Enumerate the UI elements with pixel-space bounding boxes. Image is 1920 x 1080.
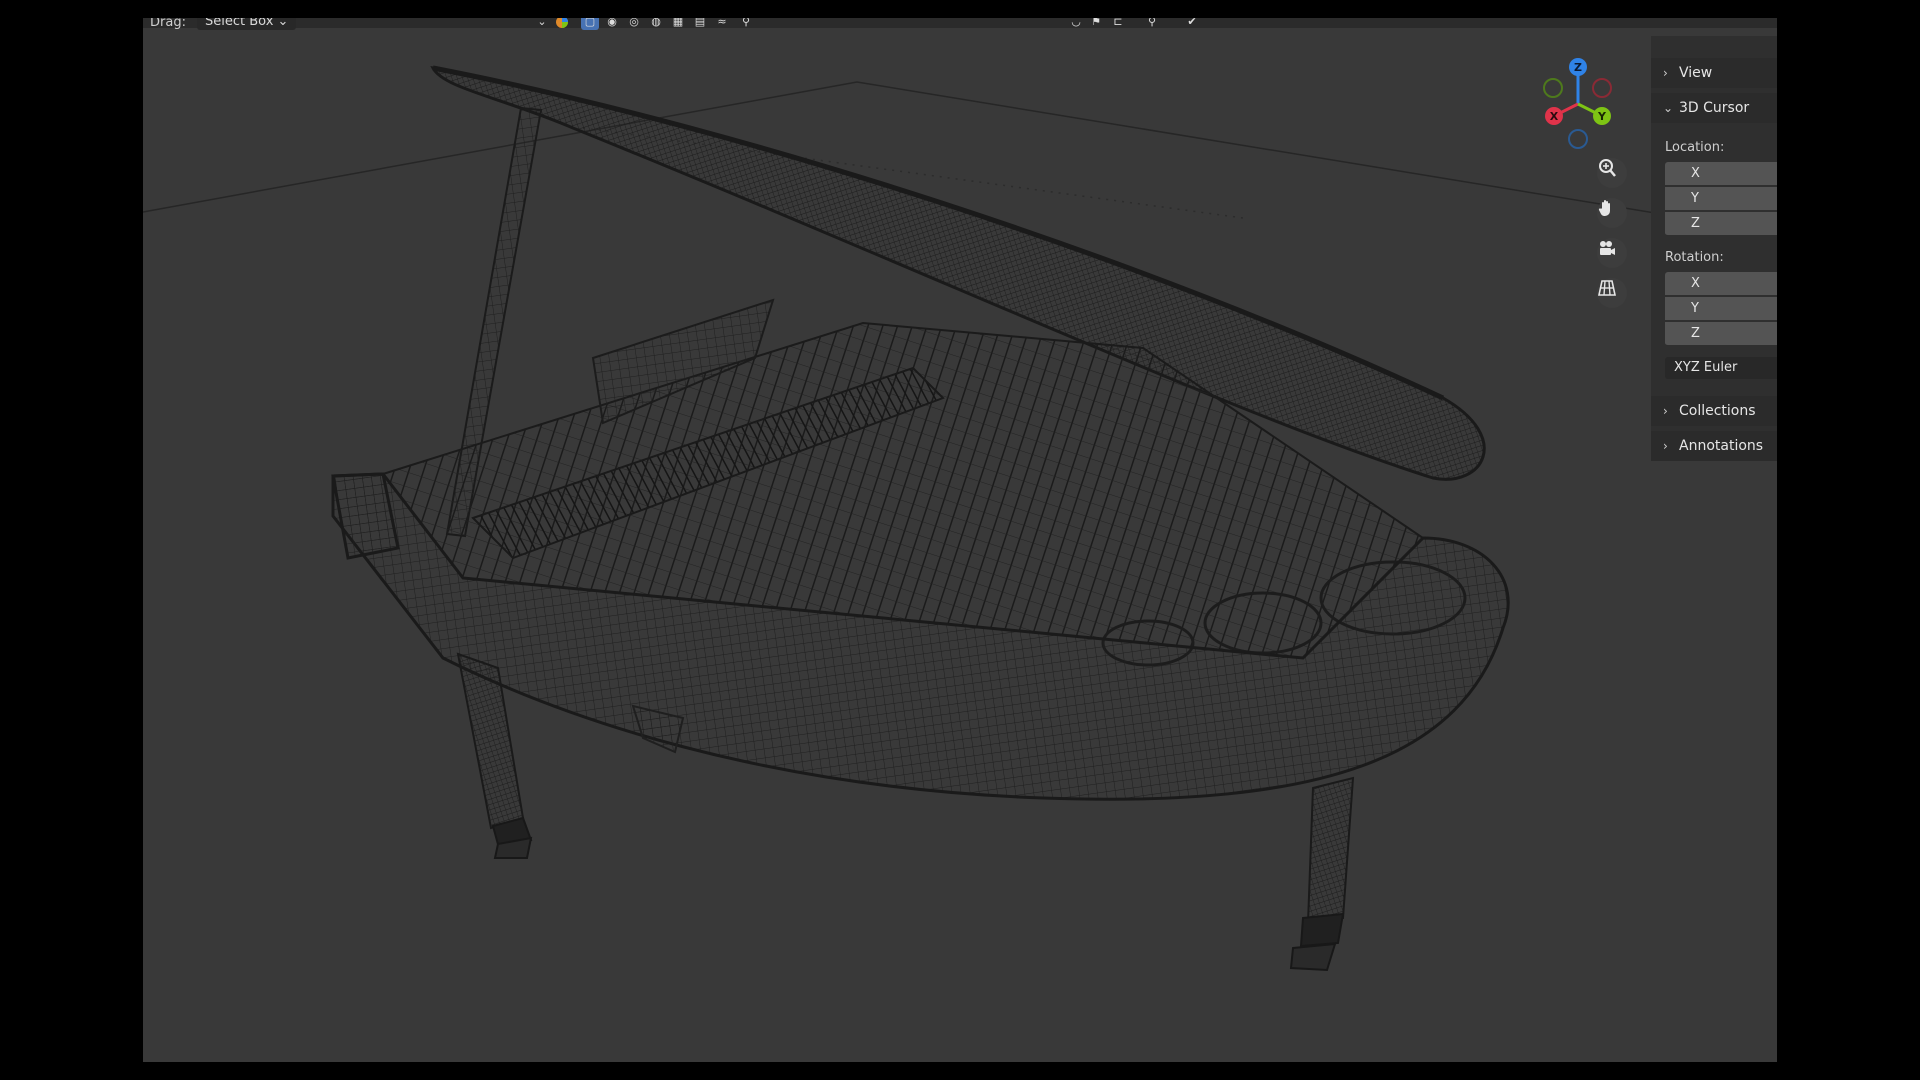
location-y-field[interactable]: Y	[1665, 187, 1777, 211]
chevron-right-icon: ›	[1663, 404, 1668, 418]
viewport-header: Drag: Select Box ⌄ ⌄ ▢ ◉ ◎ ◍ ▦ ▤ ≈ ⚲ ◡ ⚑…	[143, 18, 1777, 30]
rotation-y-field[interactable]: Y	[1665, 297, 1777, 321]
svg-text:X: X	[1550, 110, 1559, 123]
3d-viewport[interactable]: Z X Y	[143, 18, 1777, 1062]
wireframe-scene	[143, 65, 1777, 972]
view-panel-header[interactable]: › View	[1651, 58, 1777, 88]
view-panel-label: View	[1679, 65, 1713, 81]
location-label: Location:	[1665, 140, 1725, 155]
cursor-panel-header[interactable]: ⌄ 3D Cursor	[1651, 93, 1777, 123]
camera-icon[interactable]	[1597, 238, 1627, 268]
lasso-icon[interactable]: ≈	[713, 18, 731, 30]
gizmo-neg-z-icon	[1568, 129, 1588, 149]
gizmo-neg-x-icon	[1592, 78, 1612, 98]
bookmark-icon[interactable]: ⚑	[1087, 18, 1105, 30]
layers-icon[interactable]: ▤	[691, 18, 709, 30]
select-subtract-icon[interactable]: ◎	[625, 18, 643, 30]
chevron-right-icon: ›	[1663, 66, 1668, 80]
svg-text:Y: Y	[1597, 110, 1607, 123]
gizmo-neg-y-icon	[1543, 78, 1563, 98]
collections-panel-header[interactable]: › Collections	[1651, 396, 1777, 426]
zoom-icon[interactable]	[1597, 158, 1627, 188]
cursor-panel-label: 3D Cursor	[1679, 100, 1750, 116]
rotation-z-field[interactable]: Z	[1665, 322, 1777, 346]
collections-panel-label: Collections	[1679, 403, 1756, 419]
svg-text:Z: Z	[1574, 61, 1582, 74]
chevron-down-icon: ⌄	[277, 18, 289, 29]
select-intersect-icon[interactable]: ▦	[669, 18, 687, 30]
location-z-field[interactable]: Z	[1665, 212, 1777, 236]
overlay-icon[interactable]: ◡	[1067, 18, 1085, 30]
select-extend-icon[interactable]: ◉	[603, 18, 621, 30]
navigation-gizmo[interactable]: Z X Y	[1521, 48, 1631, 158]
rotation-x-field[interactable]: X	[1665, 272, 1777, 296]
chevron-right-icon: ›	[1663, 439, 1668, 453]
annotations-panel-header[interactable]: › Annotations	[1651, 431, 1777, 461]
annotations-panel-label: Annotations	[1679, 438, 1764, 454]
drag-mode-value: Select Box	[205, 18, 274, 29]
select-invert-icon[interactable]: ◍	[647, 18, 665, 30]
chevron-down-icon: ⌄	[1663, 101, 1674, 115]
chevron-down-icon[interactable]: ⌄	[533, 18, 551, 30]
check-shield-icon[interactable]: ✔	[1183, 18, 1201, 30]
blender-window: Z X Y Drag: Select Box ⌄ ⌄ ▢ ◉ ◎ ◍ ▦ ▤ ≈…	[143, 18, 1777, 1062]
hand-pan-icon[interactable]	[1597, 198, 1627, 228]
proportional-icon[interactable]: ⚲	[1143, 18, 1161, 30]
rotation-mode-select[interactable]: XYZ Euler	[1665, 357, 1777, 379]
location-x-field[interactable]: X	[1665, 162, 1777, 186]
color-wheel-icon[interactable]	[553, 18, 571, 30]
sidebar-panel: › View ⌄ 3D Cursor Location: X Y Z Rotat…	[1651, 36, 1777, 461]
search-icon[interactable]: ⚲	[737, 18, 755, 30]
rotation-label: Rotation:	[1665, 250, 1724, 265]
drag-mode-select[interactable]: Select Box ⌄	[197, 18, 297, 30]
snap-icon[interactable]: ⊏	[1109, 18, 1127, 30]
select-box-icon[interactable]: ▢	[581, 18, 599, 30]
drag-label: Drag:	[150, 18, 186, 30]
grid-ortho-icon[interactable]	[1597, 278, 1627, 308]
leg-back-right	[1306, 776, 1355, 925]
